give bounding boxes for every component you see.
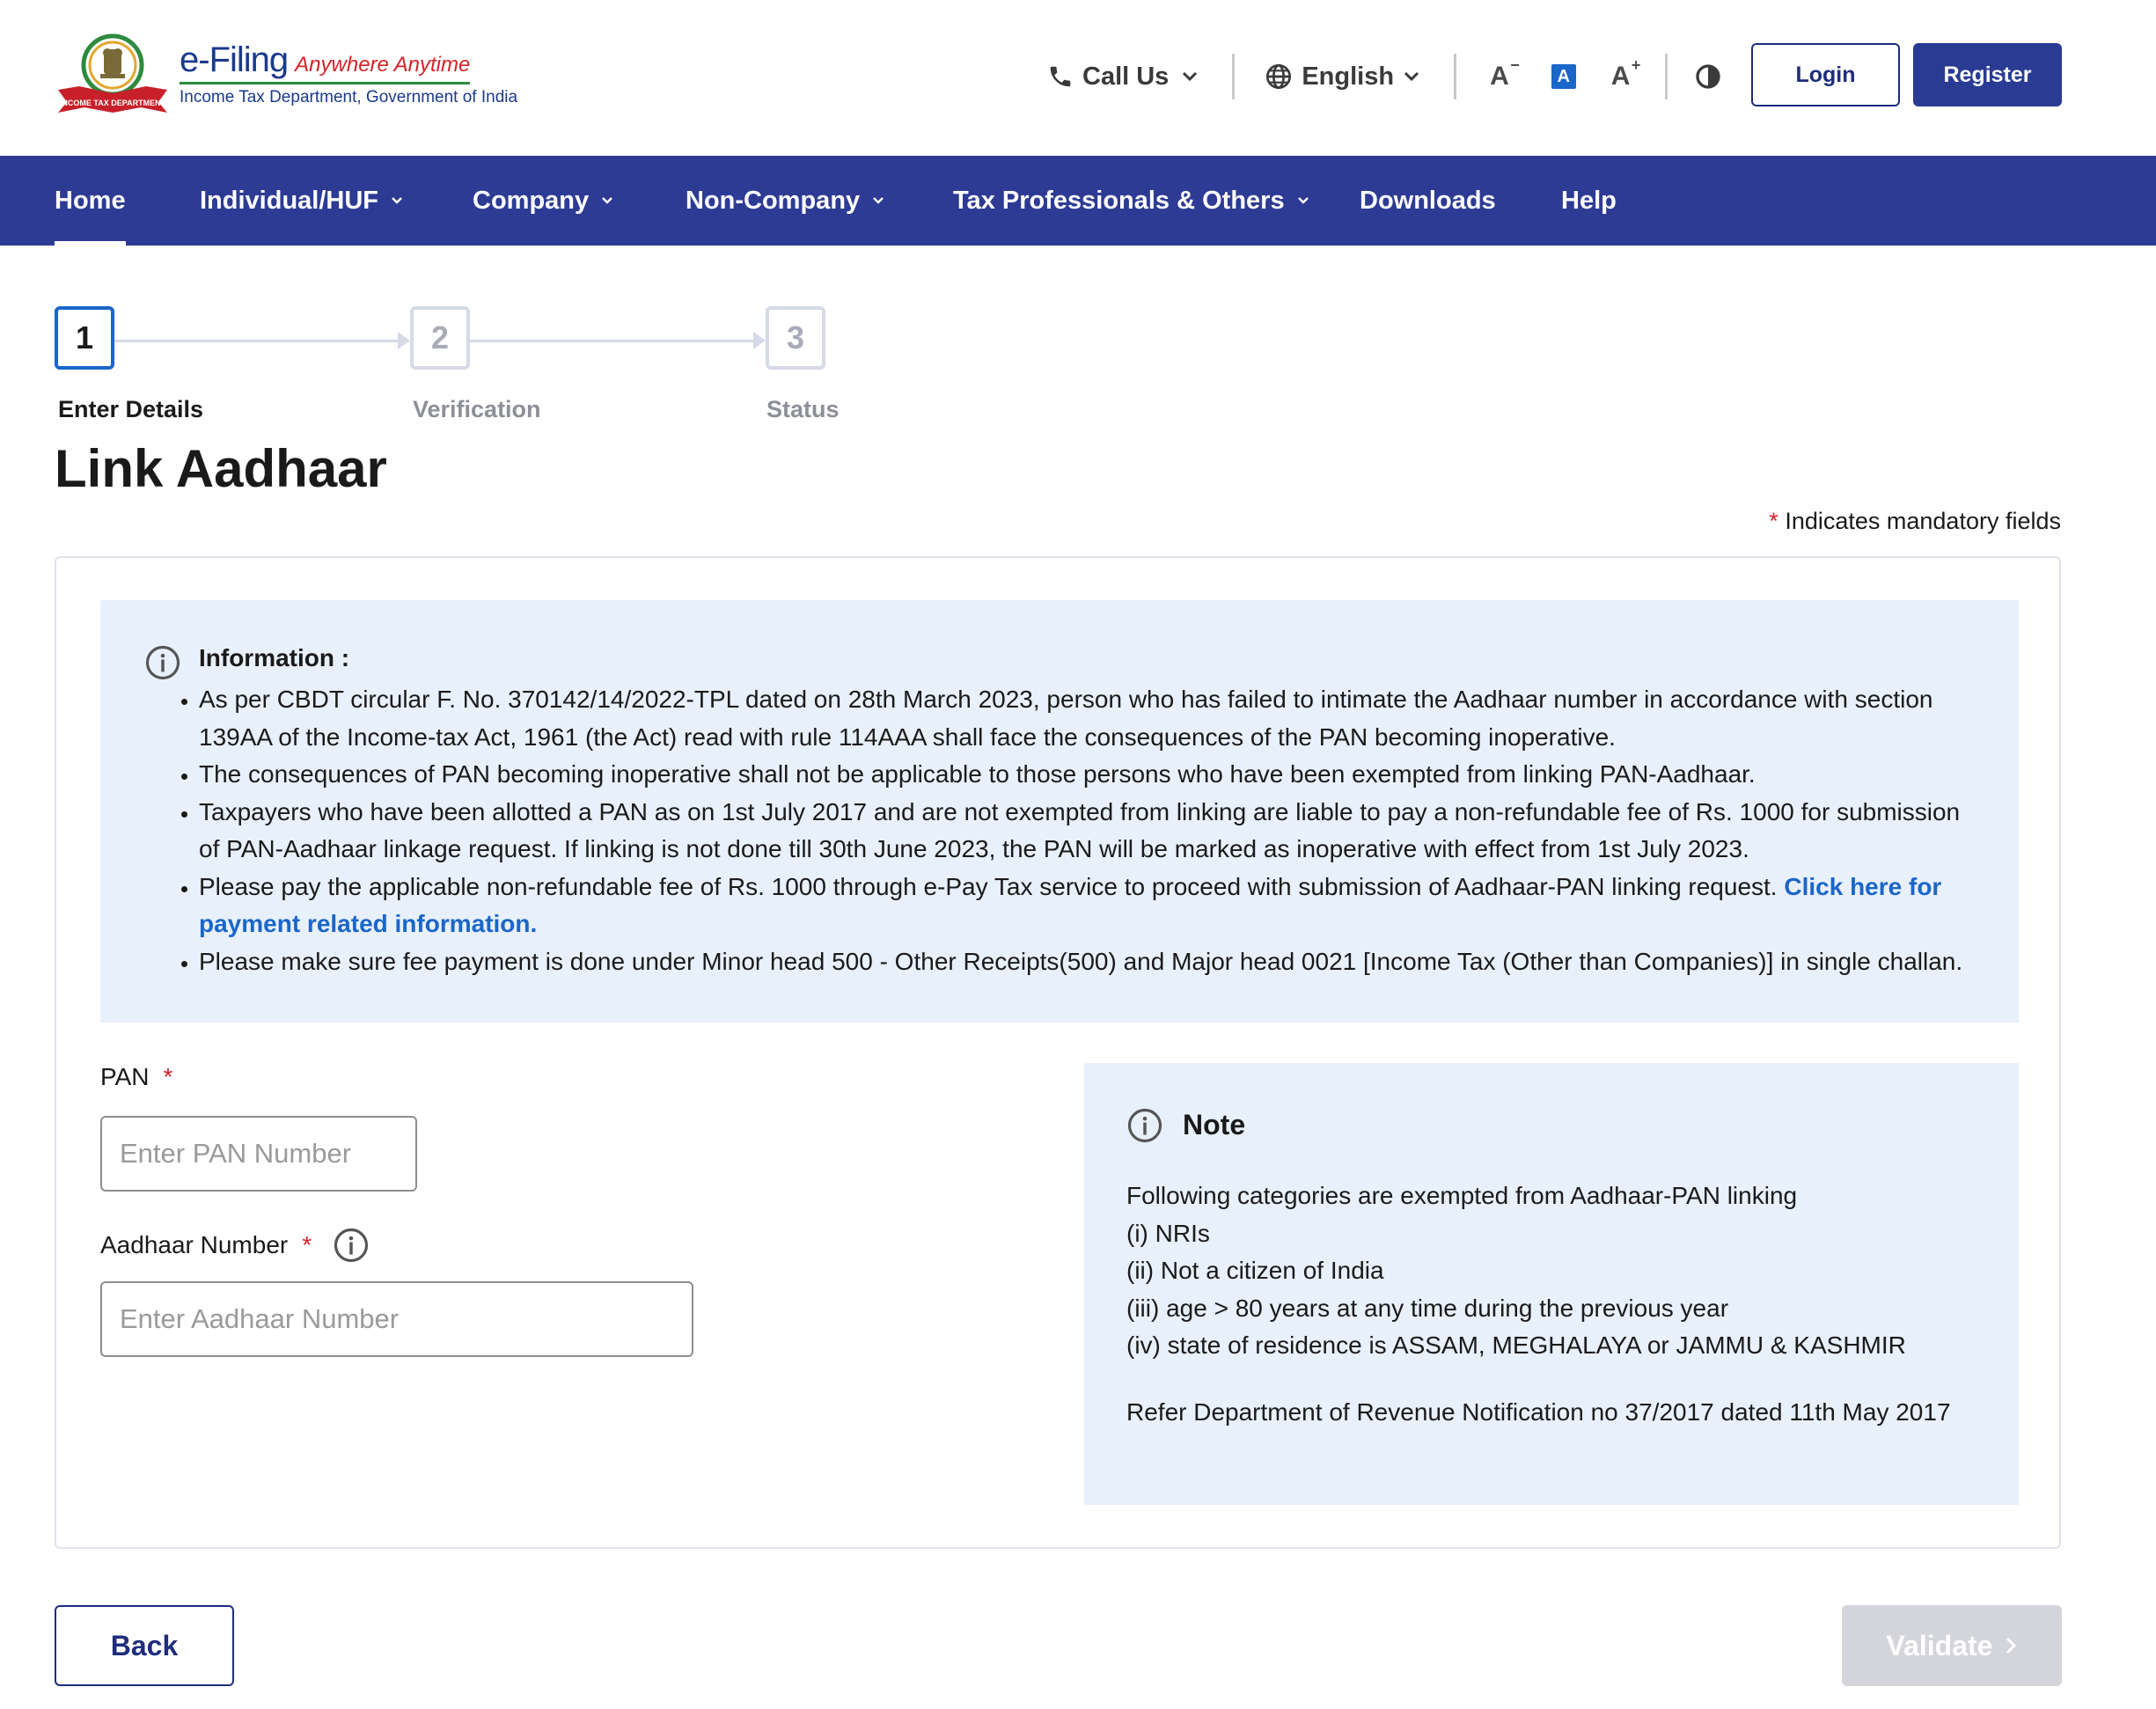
information-panel: Information : As per CBDT circular F. No… bbox=[100, 600, 2019, 1023]
validate-button[interactable]: Validate bbox=[1842, 1605, 2062, 1686]
emblem-icon: INCOME TAX DEPARTMENT bbox=[58, 33, 167, 113]
globe-icon bbox=[1266, 64, 1292, 89]
note-line: Following categories are exempted from A… bbox=[1126, 1182, 1798, 1209]
nav-item-downloads[interactable]: Downloads bbox=[1360, 156, 1496, 246]
chevron-down-icon bbox=[392, 197, 402, 204]
font-normal-button[interactable]: A bbox=[1551, 64, 1576, 89]
contrast-icon bbox=[1696, 64, 1721, 89]
chevron-down-icon bbox=[1404, 71, 1419, 82]
step-arrow bbox=[753, 332, 766, 349]
note-exemptions: Following categories are exempted from A… bbox=[1126, 1177, 1989, 1365]
step-connector bbox=[114, 340, 398, 342]
info-icon bbox=[1127, 1108, 1162, 1143]
note-line: (iv) state of residence is ASSAM, MEGHAL… bbox=[1126, 1331, 1906, 1359]
pan-label: PAN * bbox=[100, 1063, 173, 1090]
note-title: Note bbox=[1183, 1109, 1246, 1141]
note-panel: Note Following categories are exempted f… bbox=[1084, 1063, 2019, 1505]
list-item: Please pay the applicable non-refundable… bbox=[199, 869, 1976, 943]
contrast-toggle[interactable] bbox=[1694, 62, 1722, 91]
note-line: (i) NRIs bbox=[1126, 1219, 1210, 1247]
list-item: Taxpayers who have been allotted a PAN a… bbox=[199, 794, 1976, 869]
step-3-box: 3 bbox=[766, 306, 825, 370]
step-3-label: Status bbox=[766, 396, 840, 422]
step-1-box: 1 bbox=[55, 306, 114, 370]
nav-item-non-company[interactable]: Non-Company bbox=[686, 156, 884, 246]
nav-item-tax-professionals[interactable]: Tax Professionals & Others bbox=[953, 156, 1309, 246]
aadhaar-label: Aadhaar Number * bbox=[100, 1227, 370, 1264]
chevron-right-icon bbox=[2006, 1637, 2017, 1654]
note-line: (iii) age > 80 years at any time during … bbox=[1126, 1294, 1729, 1322]
back-button[interactable]: Back bbox=[55, 1605, 234, 1686]
pan-input[interactable] bbox=[100, 1116, 417, 1192]
mandatory-note: * Indicates mandatory fields bbox=[1769, 508, 2061, 534]
page-title: Link Aadhaar bbox=[55, 439, 387, 498]
call-us-label: Call Us bbox=[1082, 62, 1170, 91]
aadhaar-input[interactable] bbox=[100, 1281, 693, 1357]
link-aadhaar-card: Information : As per CBDT circular F. No… bbox=[55, 556, 2061, 1549]
step-2-label: Verification bbox=[413, 396, 541, 422]
note-reference: Refer Department of Revenue Notification… bbox=[1126, 1398, 1951, 1426]
divider bbox=[1232, 54, 1236, 99]
chevron-down-icon bbox=[1183, 71, 1198, 82]
brand-subtitle: Income Tax Department, Government of Ind… bbox=[180, 88, 518, 106]
main-nav: Home Individual/HUF Company Non-Company … bbox=[0, 156, 2156, 246]
step-connector bbox=[470, 340, 753, 342]
step-1-label: Enter Details bbox=[58, 396, 204, 422]
brand-name: e-Filing bbox=[180, 40, 289, 79]
phone-icon bbox=[1050, 66, 1071, 87]
divider bbox=[1665, 54, 1668, 99]
brand-divider bbox=[180, 82, 470, 84]
list-item: The consequences of PAN becoming inopera… bbox=[199, 756, 1976, 794]
information-title: Information : bbox=[199, 644, 350, 671]
call-us-dropdown[interactable]: Call Us bbox=[1047, 62, 1199, 92]
step-2-box: 2 bbox=[410, 306, 470, 370]
nav-active-indicator bbox=[55, 241, 126, 246]
language-label: English bbox=[1302, 62, 1395, 91]
info-icon bbox=[145, 645, 180, 680]
language-dropdown[interactable]: English bbox=[1265, 62, 1420, 92]
chevron-down-icon bbox=[1297, 197, 1309, 204]
nav-item-company[interactable]: Company bbox=[473, 156, 613, 246]
font-decrease-button[interactable]: A − bbox=[1490, 56, 1520, 92]
list-item: As per CBDT circular F. No. 370142/14/20… bbox=[199, 681, 1976, 756]
nav-item-home[interactable]: Home bbox=[55, 156, 126, 246]
nav-item-help[interactable]: Help bbox=[1561, 156, 1617, 246]
site-header: INCOME TAX DEPARTMENT e-Filing Anywhere … bbox=[0, 0, 2156, 156]
login-button[interactable]: Login bbox=[1751, 43, 1900, 106]
list-item: Please make sure fee payment is done und… bbox=[199, 943, 1976, 981]
note-line: (ii) Not a citizen of India bbox=[1126, 1257, 1384, 1284]
information-list: As per CBDT circular F. No. 370142/14/20… bbox=[199, 681, 1976, 980]
register-button[interactable]: Register bbox=[1913, 43, 2062, 106]
svg-text:INCOME TAX DEPARTMENT: INCOME TAX DEPARTMENT bbox=[60, 99, 166, 107]
step-arrow bbox=[398, 332, 410, 349]
logo[interactable]: INCOME TAX DEPARTMENT e-Filing Anywhere … bbox=[53, 32, 517, 116]
info-icon[interactable] bbox=[333, 1227, 370, 1264]
chevron-down-icon bbox=[873, 197, 884, 204]
chevron-down-icon bbox=[602, 197, 612, 204]
nav-item-individual-huf[interactable]: Individual/HUF bbox=[200, 156, 403, 246]
brand-tagline: Anywhere Anytime bbox=[295, 53, 471, 77]
divider bbox=[1454, 54, 1457, 99]
header-utilities: Call Us English A − A A + bbox=[1047, 42, 1722, 111]
font-increase-button[interactable]: A + bbox=[1611, 56, 1641, 92]
